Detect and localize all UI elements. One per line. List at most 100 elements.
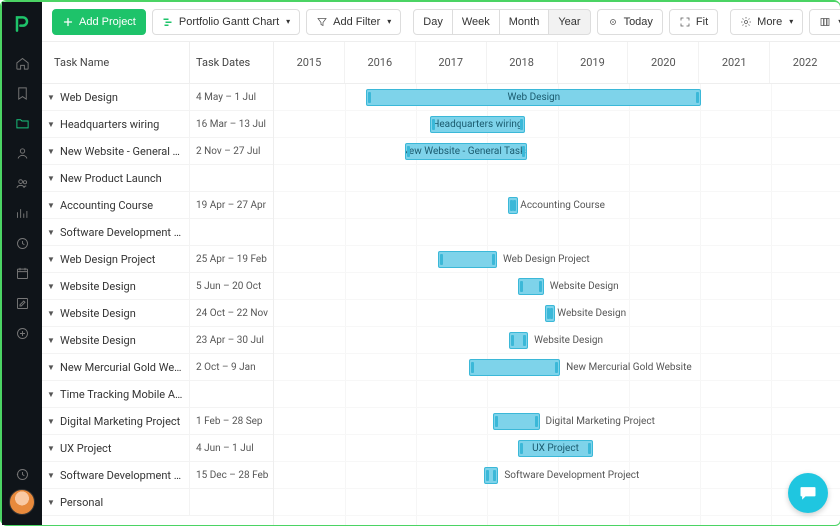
task-row[interactable]: ▼Personal — [42, 489, 273, 516]
chat-icon — [798, 483, 818, 503]
task-row[interactable]: ▼Website Design5 Jun – 20 Oct — [42, 273, 273, 300]
task-row[interactable]: ▼Digital Marketing Project1 Feb – 28 Sep — [42, 408, 273, 435]
expand-toggle[interactable]: ▼ — [42, 336, 60, 345]
view-label: Portfolio Gantt Chart — [179, 16, 279, 28]
expand-toggle[interactable]: ▼ — [42, 120, 60, 129]
nav-bookmark-icon[interactable] — [2, 78, 42, 108]
calendar-icon — [15, 266, 30, 281]
view-selector[interactable]: Portfolio Gantt Chart ▾ — [152, 9, 300, 35]
gantt-bar-label: Web Design Project — [497, 246, 590, 273]
task-row[interactable]: ▼Accounting Course19 Apr – 27 Apr — [42, 192, 273, 219]
expand-toggle[interactable]: ▼ — [42, 444, 60, 453]
gantt-bar[interactable] — [509, 332, 528, 349]
task-name: Personal — [60, 496, 189, 509]
task-dates: 25 Apr – 19 Feb — [189, 246, 273, 272]
task-name: Time Tracking Mobile App — [60, 388, 189, 401]
layout-button[interactable]: ▾ — [809, 9, 840, 35]
add-filter-button[interactable]: Add Filter ▾ — [306, 9, 401, 35]
gantt-bar[interactable]: Headquarters wiring — [430, 116, 524, 133]
chat-button[interactable] — [788, 473, 828, 513]
task-row[interactable]: ▼Web Design4 May – 1 Jul — [42, 84, 273, 111]
gantt-bar[interactable]: Web Design — [366, 89, 701, 106]
task-dates: 23 Apr – 30 Jul — [189, 327, 273, 353]
task-row[interactable]: ▼Website Design23 Apr – 30 Jul — [42, 327, 273, 354]
expand-toggle[interactable]: ▼ — [42, 147, 60, 156]
nav-calendar-icon[interactable] — [2, 258, 42, 288]
gantt-chart[interactable]: 20152016201720182019202020212022 Web Des… — [274, 42, 840, 525]
folder-icon — [15, 116, 30, 131]
nav-folder-icon[interactable] — [2, 108, 42, 138]
expand-toggle[interactable]: ▼ — [42, 282, 60, 291]
task-dates: 19 Apr – 27 Apr — [189, 192, 273, 218]
task-row[interactable]: ▼Web Design Project25 Apr – 19 Feb — [42, 246, 273, 273]
expand-toggle[interactable]: ▼ — [42, 471, 60, 480]
gantt-row: New Mercurial Gold Website — [274, 354, 840, 381]
scale-day[interactable]: Day — [413, 9, 453, 35]
nav-users-icon[interactable] — [2, 168, 42, 198]
nav-user-icon[interactable] — [2, 138, 42, 168]
nav-edit-icon[interactable] — [2, 288, 42, 318]
content: Task Name Task Dates ▼Web Design4 May – … — [42, 42, 840, 525]
scale-week[interactable]: Week — [452, 9, 500, 35]
task-name: Headquarters wiring — [60, 118, 189, 131]
fit-button[interactable]: Fit — [669, 9, 718, 35]
task-row[interactable]: ▼Time Tracking Mobile App — [42, 381, 273, 408]
task-row[interactable]: ▼New Product Launch — [42, 165, 273, 192]
today-button[interactable]: Today — [597, 9, 663, 35]
task-row[interactable]: ▼Software Development Co… — [42, 219, 273, 246]
expand-toggle[interactable]: ▼ — [42, 498, 60, 507]
scale-month[interactable]: Month — [499, 9, 550, 35]
expand-toggle[interactable]: ▼ — [42, 363, 60, 372]
task-dates — [189, 219, 273, 245]
chevron-down-icon: ▾ — [387, 17, 391, 26]
expand-toggle[interactable]: ▼ — [42, 390, 60, 399]
expand-toggle[interactable]: ▼ — [42, 228, 60, 237]
expand-toggle[interactable]: ▼ — [42, 417, 60, 426]
nav-plus-circle-icon[interactable] — [2, 318, 42, 348]
task-row[interactable]: ▼UX Project4 Jun – 1 Jul — [42, 435, 273, 462]
gantt-row — [274, 165, 840, 192]
task-row[interactable]: ▼Software Development Pro…15 Dec – 28 Fe… — [42, 462, 273, 489]
task-row[interactable]: ▼Website Design24 Oct – 22 Nov — [42, 300, 273, 327]
task-name: Website Design — [60, 280, 189, 293]
task-name: Software Development Pro… — [60, 469, 189, 482]
expand-toggle[interactable]: ▼ — [42, 309, 60, 318]
year-2022: 2022 — [770, 42, 840, 83]
column-task-name[interactable]: Task Name — [42, 56, 189, 69]
more-button[interactable]: More ▾ — [730, 9, 803, 35]
expand-toggle[interactable]: ▼ — [42, 93, 60, 102]
task-dates: 24 Oct – 22 Nov — [189, 300, 273, 326]
task-name: New Product Launch — [60, 172, 189, 185]
app-logo[interactable] — [12, 14, 32, 34]
column-task-dates[interactable]: Task Dates — [189, 42, 273, 83]
expand-toggle[interactable]: ▼ — [42, 255, 60, 264]
gantt-bar[interactable] — [469, 359, 560, 376]
gantt-bar[interactable]: New Website - General Tasks — [405, 143, 528, 160]
gantt-row: Website Design — [274, 327, 840, 354]
task-row[interactable]: ▼New Mercurial Gold Website2 Oct – 9 Jan — [42, 354, 273, 381]
gantt-icon — [162, 16, 174, 28]
gantt-bar[interactable] — [484, 467, 498, 484]
task-row[interactable]: ▼New Website - General Tasks2 Nov – 27 J… — [42, 138, 273, 165]
nav-chart-icon[interactable] — [2, 198, 42, 228]
gantt-bar[interactable] — [493, 413, 540, 430]
task-row[interactable]: ▼Headquarters wiring16 Mar – 13 Jul — [42, 111, 273, 138]
nav-history-icon[interactable] — [2, 459, 42, 489]
nav-home-icon[interactable] — [2, 48, 42, 78]
nav-clock-icon[interactable] — [2, 228, 42, 258]
chevron-down-icon: ▾ — [789, 17, 793, 26]
app-root: Add Project Portfolio Gantt Chart ▾ Add … — [2, 2, 840, 525]
user-avatar[interactable] — [9, 489, 35, 515]
scale-year[interactable]: Year — [548, 9, 590, 35]
timeline-header: 20152016201720182019202020212022 — [274, 42, 840, 84]
expand-toggle[interactable]: ▼ — [42, 174, 60, 183]
gantt-bar[interactable] — [518, 278, 544, 295]
gantt-bar[interactable]: UX Project — [518, 440, 594, 457]
gantt-bar-label: Software Development Project — [498, 462, 639, 489]
gantt-bar[interactable] — [438, 251, 497, 268]
gantt-bar-label: Accounting Course — [514, 192, 605, 219]
gantt-row: Digital Marketing Project — [274, 408, 840, 435]
task-dates: 2 Nov – 27 Jul — [189, 138, 273, 164]
add-project-button[interactable]: Add Project — [52, 9, 146, 35]
expand-toggle[interactable]: ▼ — [42, 201, 60, 210]
